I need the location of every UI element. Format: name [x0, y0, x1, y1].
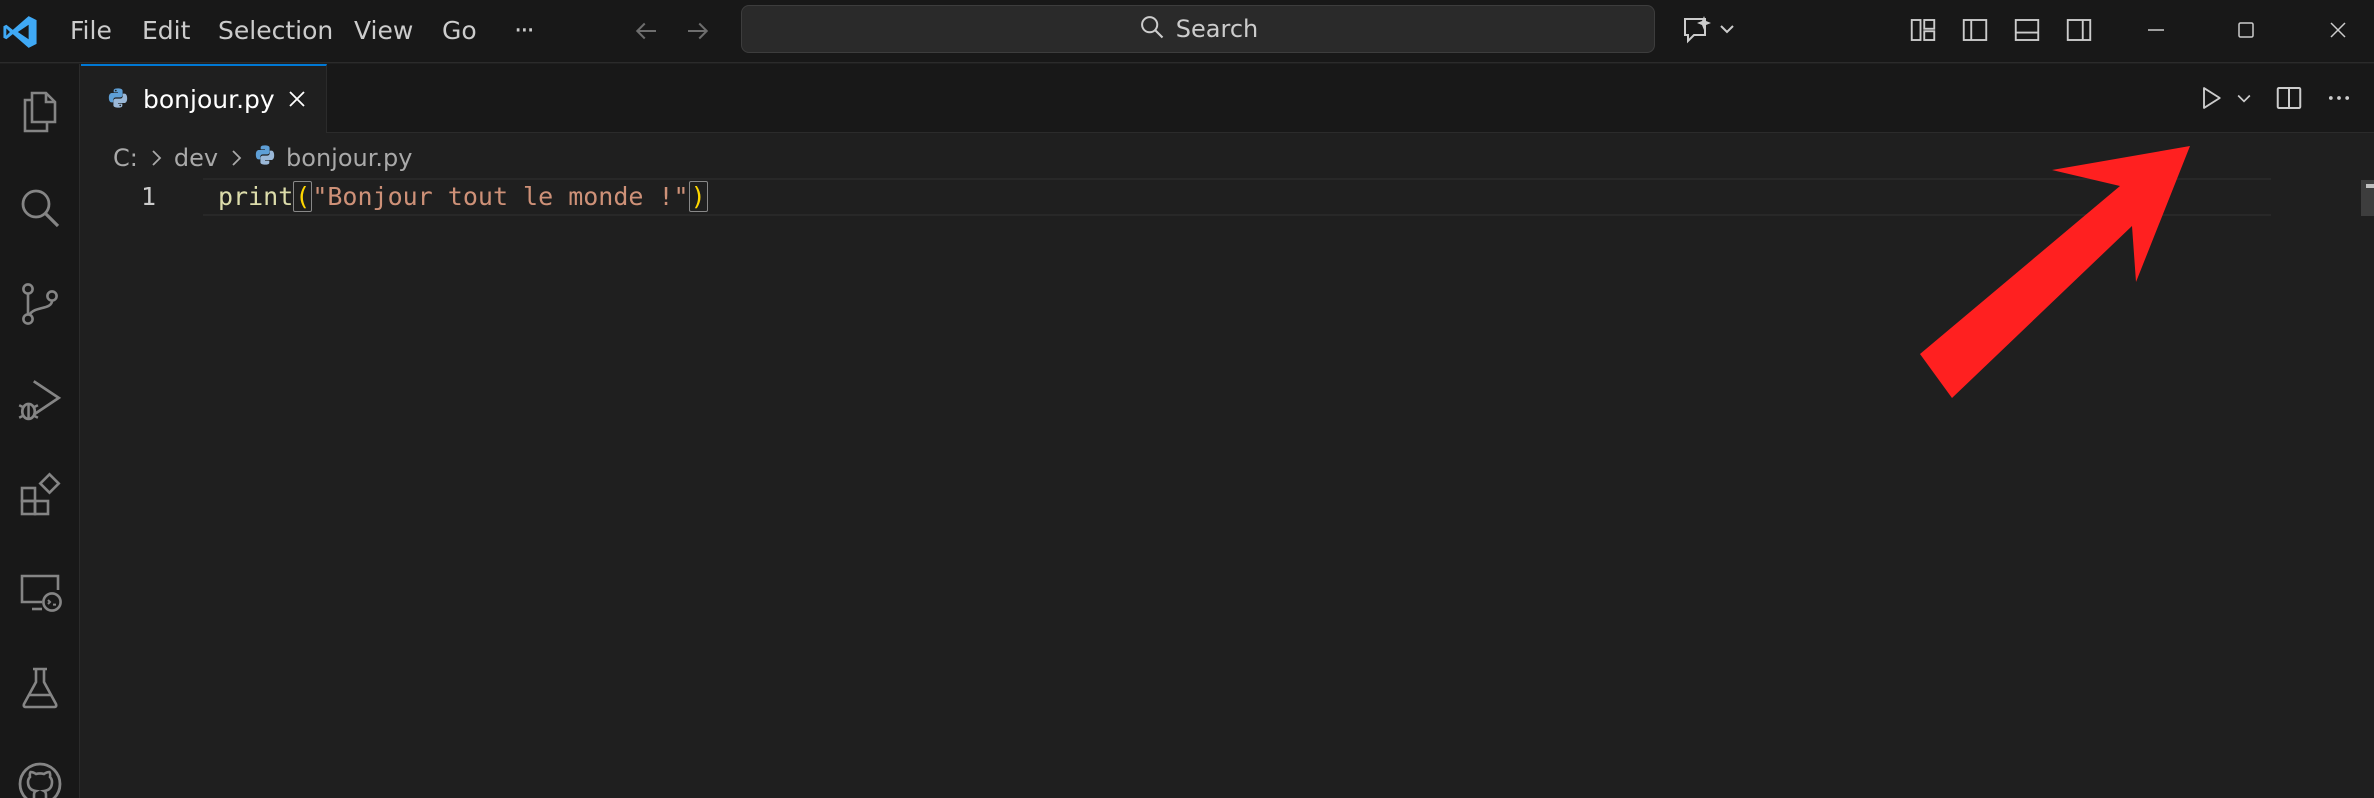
chevron-right-icon: [228, 147, 244, 169]
menu-view[interactable]: View: [348, 10, 419, 52]
activity-bar: [0, 64, 80, 798]
editor-tab-bar: bonjour.py: [81, 64, 2374, 133]
search-icon: [1138, 13, 1166, 45]
title-bar: File Edit Selection View Go ··· Search: [0, 0, 2374, 63]
forward-arrow-icon[interactable]: [680, 14, 716, 48]
menu-more[interactable]: ···: [508, 10, 539, 52]
toggle-primary-sidebar-icon[interactable]: [1957, 13, 1993, 47]
annotation-arrow-icon: [1920, 146, 2190, 398]
breadcrumb-file[interactable]: bonjour.py: [286, 144, 412, 172]
code-function: print: [218, 182, 294, 211]
toggle-secondary-sidebar-icon[interactable]: [2061, 13, 2097, 47]
line-number: 1: [141, 182, 157, 211]
tab-label: bonjour.py: [143, 85, 275, 114]
chevron-down-icon[interactable]: [2231, 80, 2257, 116]
extensions-icon[interactable]: [0, 456, 80, 536]
search-label: Search: [1175, 15, 1259, 43]
tab-bonjour-py[interactable]: bonjour.py: [81, 64, 327, 133]
breadcrumb-drive[interactable]: C:: [113, 144, 138, 172]
back-arrow-icon[interactable]: [628, 14, 664, 48]
maximize-icon[interactable]: [2226, 10, 2266, 50]
close-icon[interactable]: [282, 84, 312, 114]
vscode-logo-icon: [0, 6, 40, 58]
python-icon: [107, 87, 129, 113]
code-open-paren: (: [293, 181, 313, 212]
explorer-icon[interactable]: [0, 72, 80, 152]
breadcrumb-folder[interactable]: dev: [174, 144, 218, 172]
vscode-window: File Edit Selection View Go ··· Search b…: [0, 0, 2374, 798]
menu-go[interactable]: Go: [436, 10, 483, 52]
more-actions-icon[interactable]: [2321, 80, 2357, 116]
code-close-paren: ): [688, 181, 708, 212]
run-debug-icon[interactable]: [0, 360, 80, 440]
code-line[interactable]: print("Bonjour tout le monde !"): [218, 180, 708, 214]
split-editor-icon[interactable]: [2271, 80, 2307, 116]
menu-file[interactable]: File: [64, 10, 118, 52]
remote-explorer-icon[interactable]: [0, 552, 80, 632]
code-string: "Bonjour tout le monde !": [312, 182, 689, 211]
search-icon[interactable]: [0, 168, 80, 248]
minimap-line: [2366, 184, 2374, 188]
toggle-panel-icon[interactable]: [2009, 13, 2045, 47]
breadcrumb: C: dev bonjour.py: [113, 142, 412, 174]
python-icon: [254, 144, 276, 172]
source-control-icon[interactable]: [0, 264, 80, 344]
minimize-icon[interactable]: [2136, 10, 2176, 50]
run-python-file-icon[interactable]: [2193, 80, 2229, 116]
menu-selection[interactable]: Selection: [212, 10, 339, 52]
copilot-icon[interactable]: [1680, 12, 1740, 48]
chevron-right-icon: [148, 147, 164, 169]
menu-edit[interactable]: Edit: [136, 10, 196, 52]
testing-icon[interactable]: [0, 648, 80, 728]
github-icon[interactable]: [0, 744, 80, 798]
command-center-search[interactable]: Search: [741, 5, 1655, 53]
customize-layout-icon[interactable]: [1905, 13, 1941, 47]
close-window-icon[interactable]: [2318, 10, 2358, 50]
